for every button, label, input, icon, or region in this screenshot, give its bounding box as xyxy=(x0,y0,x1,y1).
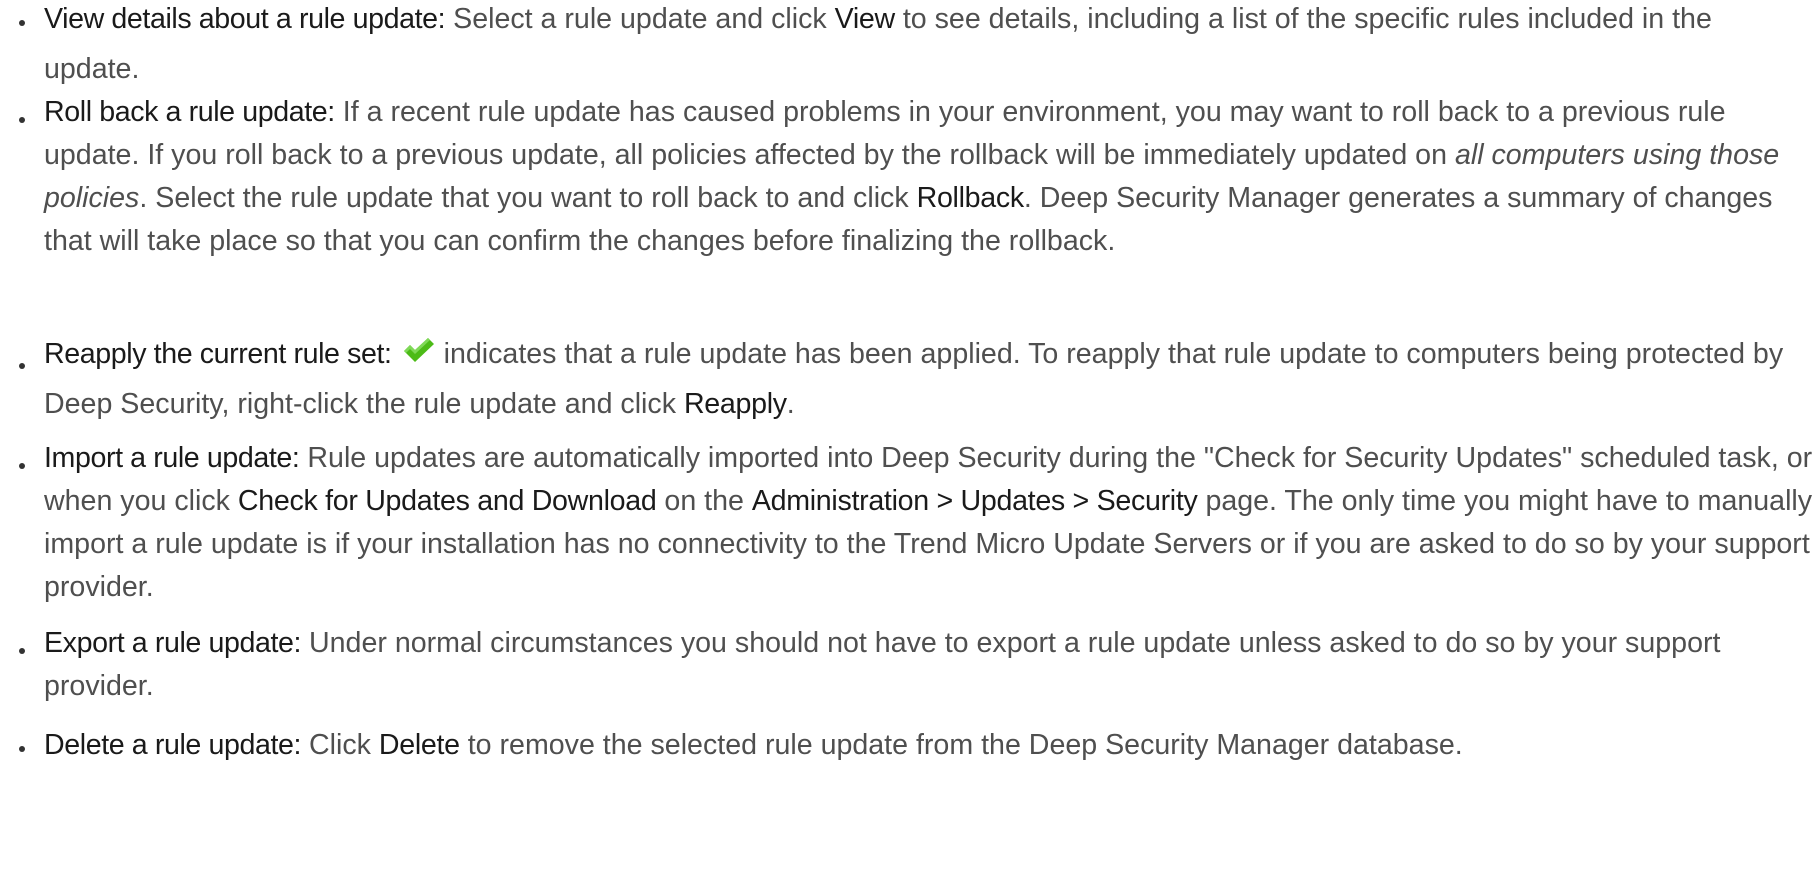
list-item-import: Import a rule update: Rule updates are a… xyxy=(0,437,1820,609)
term-view-details: View details about a rule update: xyxy=(44,3,446,35)
check-icon xyxy=(402,336,436,364)
ui-label-rollback: Rollback xyxy=(916,182,1025,214)
ui-label-check-for-updates: Check for Updates and Download xyxy=(237,485,657,517)
list-item-export: Export a rule update: Under normal circu… xyxy=(0,622,1820,708)
ui-label-admin-path: Administration > Updates > Security xyxy=(751,485,1198,517)
list-item-roll-back: Roll back a rule update: If a recent rul… xyxy=(0,91,1820,263)
ui-label-view: View xyxy=(834,3,896,35)
term-delete: Delete a rule update: xyxy=(44,729,302,761)
list-item-delete: Delete a rule update: Click Delete to re… xyxy=(0,720,1820,770)
list-item-reapply: Reapply the current rule set: indicates t… xyxy=(0,329,1820,429)
term-roll-back: Roll back a rule update: xyxy=(44,96,335,128)
term-export: Export a rule update: xyxy=(44,627,302,659)
ui-label-delete: Delete xyxy=(378,729,460,761)
list-item-view-details: View details about a rule update: Select… xyxy=(0,0,1820,94)
term-reapply: Reapply the current rule set: xyxy=(44,338,392,370)
ui-label-reapply: Reapply xyxy=(683,388,787,420)
term-import: Import a rule update: xyxy=(44,442,300,474)
